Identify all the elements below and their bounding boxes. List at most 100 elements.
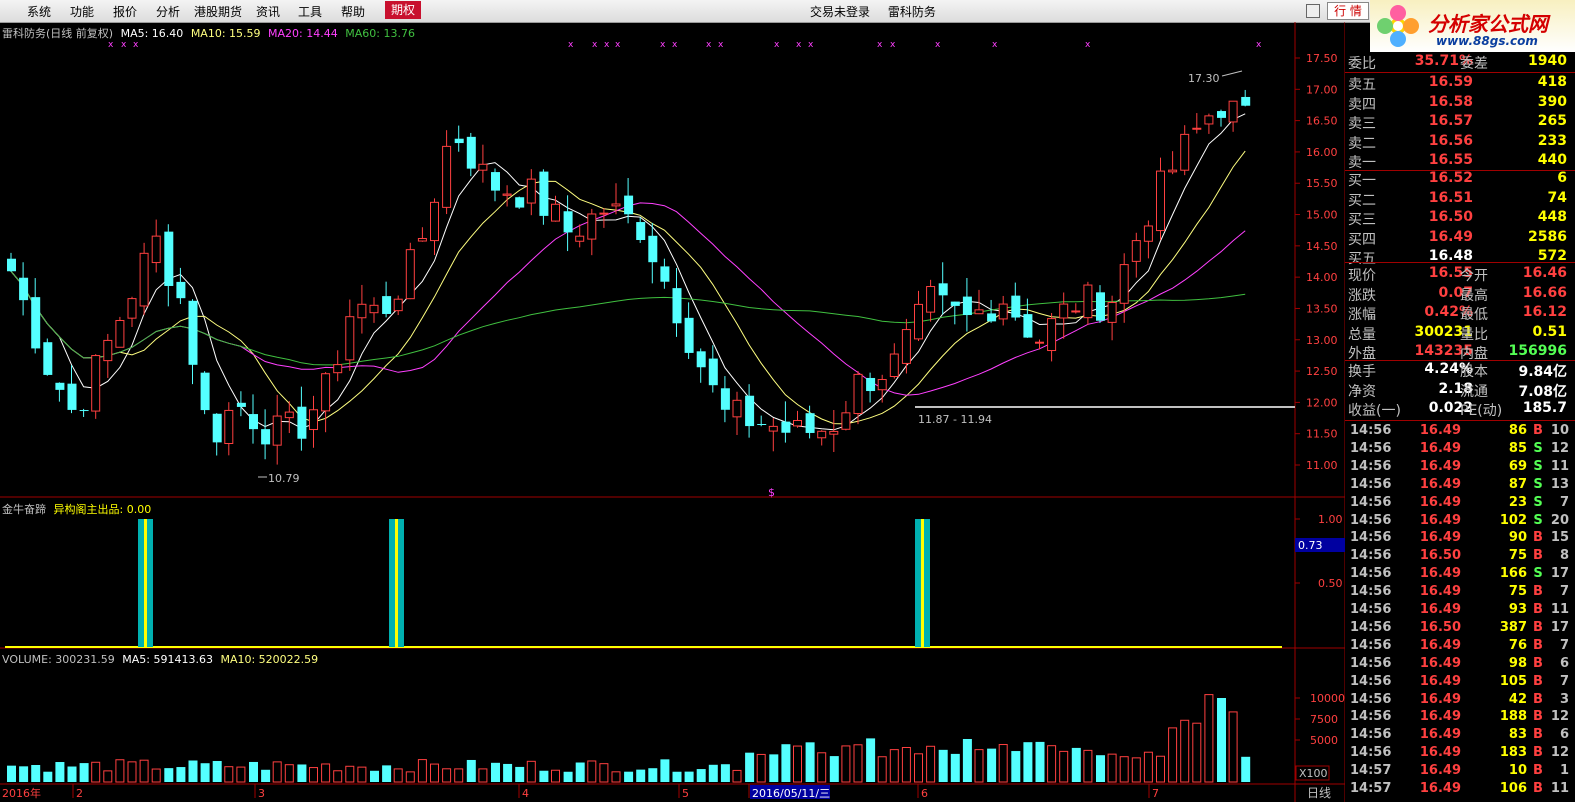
tick-price: 16.49: [1419, 476, 1461, 492]
volume-bar-down: [829, 756, 839, 782]
volume-bar-down: [938, 749, 948, 782]
tick-time: 14:56: [1350, 423, 1392, 438]
stat-label: 收益(一): [1348, 403, 1401, 419]
volume-bar-down: [1217, 698, 1226, 782]
tick-price: 16.49: [1419, 637, 1461, 653]
trade-tick-row: 14:56 16.49 85 S 12: [1345, 441, 1575, 459]
stat-value: 0.51: [1532, 323, 1567, 340]
volume-bar-down: [672, 771, 682, 782]
trade-tick-row: 14:56 16.49 90 B 15: [1345, 530, 1575, 548]
volume-bar-up: [333, 770, 343, 783]
tick-side: B: [1533, 709, 1543, 725]
date-label: 4: [522, 787, 529, 800]
volume-bar-up: [284, 764, 294, 783]
ratio-label: 委比: [1348, 56, 1376, 72]
menu-quote[interactable]: 报价: [113, 3, 137, 20]
stat-label: 流通: [1460, 383, 1488, 400]
tick-volume: 10: [1508, 763, 1527, 779]
candle-down: [672, 288, 682, 324]
candle-up: [1156, 170, 1165, 232]
volume-bar-up: [914, 753, 923, 783]
volume-bar-down: [636, 769, 646, 782]
tick-time: 14:56: [1350, 476, 1392, 492]
stat-value: 156996: [1508, 343, 1567, 359]
candle-down: [563, 211, 573, 233]
trade-tick-row: 14:57 16.49 10 B 1: [1345, 763, 1575, 781]
signal-marker: x: [592, 40, 598, 50]
candle-down: [382, 296, 392, 314]
minimize-icon[interactable]: [1306, 4, 1320, 18]
volume-bar-down: [1023, 742, 1033, 782]
trade-tick-row: 14:56 16.49 86 B 10: [1345, 423, 1575, 441]
candle-up: [115, 319, 125, 348]
bid-row: 买一 16.52 6: [1345, 170, 1575, 189]
tick-count: 17: [1550, 619, 1569, 635]
row-price: 16.59: [1428, 74, 1473, 90]
volume-bar-down: [1035, 741, 1045, 782]
menu-hk-futures[interactable]: 港股期货: [194, 3, 242, 20]
tick-time: 14:56: [1350, 458, 1392, 474]
tick-price: 16.49: [1419, 440, 1461, 456]
chart-area[interactable]: 17.50 17.00 16.50 16.00 15.50 15.00 14.50 14.00…: [0, 22, 1345, 802]
tick-time: 14:56: [1350, 691, 1392, 707]
volume-bar-down: [720, 764, 730, 782]
volume-unit: X100: [1299, 767, 1328, 780]
volume-bar-down: [745, 752, 755, 782]
volume-bar-down: [79, 763, 89, 782]
volume-bar-down: [648, 768, 658, 782]
volume-bar-up: [877, 756, 887, 783]
candle-up: [914, 303, 923, 340]
candle-up: [151, 235, 161, 264]
tick-time: 14:56: [1350, 584, 1392, 600]
menu-help[interactable]: 帮助: [341, 3, 365, 20]
volume-bar-down: [19, 766, 29, 782]
menu-system[interactable]: 系统: [27, 3, 51, 20]
candle-up: [1180, 133, 1190, 171]
row-label: 买二: [1348, 192, 1376, 209]
tick-side: B: [1533, 619, 1543, 635]
quote-button[interactable]: 行 情: [1327, 2, 1369, 20]
volume-bar-down: [575, 762, 585, 782]
tick-time: 14:56: [1350, 602, 1392, 617]
candle-down: [636, 222, 646, 240]
volume-bar-down: [212, 760, 222, 782]
tick-time: 14:57: [1350, 763, 1392, 779]
price-tick-label: 17.00: [1306, 83, 1338, 96]
candle-down: [297, 406, 307, 439]
tick-volume: 93: [1508, 602, 1527, 617]
volume-bar-down: [515, 766, 525, 782]
volume-bar-up: [236, 766, 246, 783]
signal-marker: x: [568, 40, 574, 50]
finance-row: 净资 2.18 流通 7.08亿: [1345, 381, 1575, 400]
period-label[interactable]: 日线: [1307, 786, 1331, 800]
tick-time: 14:56: [1350, 566, 1392, 582]
candle-up: [357, 303, 367, 319]
indicator-bar-core: [144, 519, 147, 647]
signal-marker: x: [1085, 40, 1091, 50]
tick-side: S: [1533, 458, 1543, 474]
menu-function[interactable]: 功能: [70, 3, 94, 20]
stat-value: 16.12: [1522, 304, 1567, 320]
candle-up: [1107, 302, 1117, 323]
tick-time: 14:56: [1350, 494, 1392, 510]
signal-marker: x: [604, 40, 610, 50]
price-tick-label: 11.00: [1306, 459, 1338, 472]
event-marker[interactable]: $: [768, 486, 775, 499]
menu-news[interactable]: 资讯: [256, 3, 280, 20]
menu-analysis[interactable]: 分析: [156, 3, 180, 20]
candle-up: [369, 304, 379, 314]
candle-down: [236, 402, 246, 407]
candle-down: [43, 342, 53, 375]
candle-up: [877, 379, 887, 391]
tick-count: 6: [1559, 727, 1569, 743]
candle-up: [587, 213, 597, 240]
menu-tools[interactable]: 工具: [298, 3, 322, 20]
tick-price: 16.49: [1419, 512, 1461, 528]
candle-up: [889, 353, 899, 377]
candle-up: [611, 203, 621, 207]
order-ratio-row: 委比 35.71% 委差 1940: [1345, 53, 1575, 72]
row-label: 卖一: [1348, 155, 1376, 171]
signal-marker: x: [108, 40, 114, 50]
ask-row: 卖一 16.55 440: [1345, 152, 1575, 171]
menu-options[interactable]: 期权: [385, 1, 422, 19]
